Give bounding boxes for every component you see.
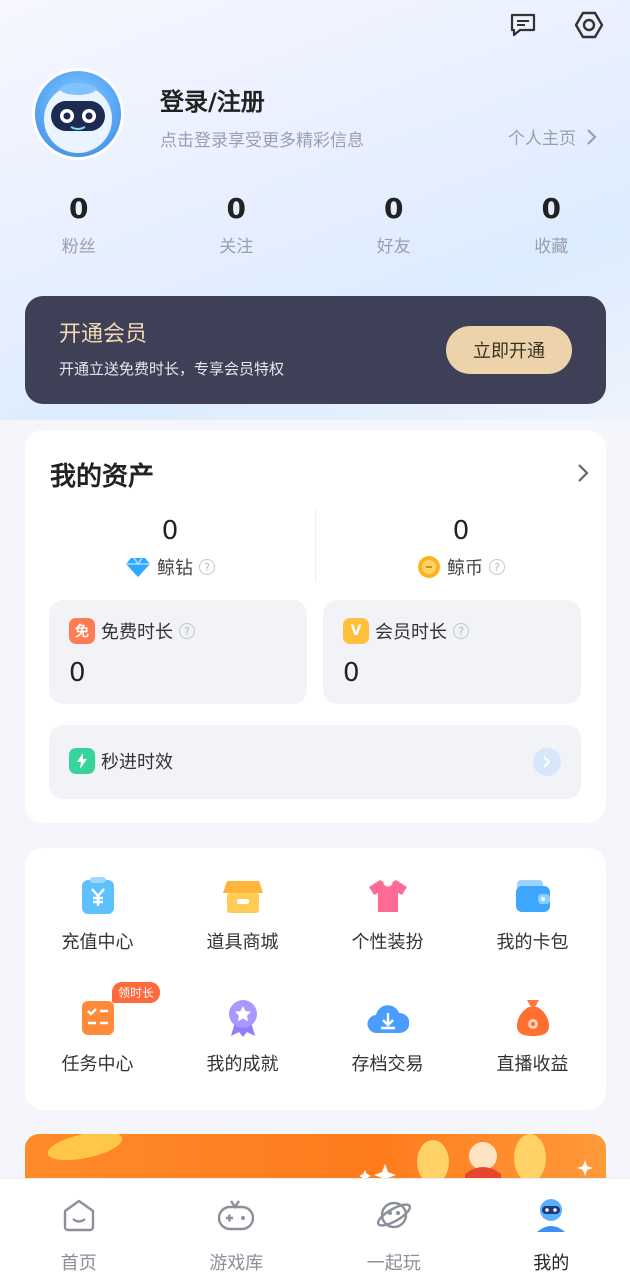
stat-label: 好友 [376, 237, 411, 257]
free-badge-icon: 免 [69, 618, 95, 644]
tab-label: 游戏库 [209, 1253, 264, 1274]
free-duration-value: 0 [69, 658, 86, 688]
free-duration-card[interactable]: 免 免费时长 ? 0 [49, 600, 307, 704]
tab-game-library[interactable]: 游戏库 [158, 1179, 316, 1280]
recharge-icon [76, 874, 120, 918]
stat-favorites[interactable]: 0 收藏 [473, 192, 630, 257]
menu-item-wallet[interactable]: 我的卡包 [460, 874, 605, 954]
currency-value: 0 [452, 516, 470, 546]
currency-diamond[interactable]: 0 鲸钻 ? [25, 516, 315, 580]
tab-home[interactable]: 首页 [0, 1179, 158, 1280]
vip-duration-label: 会员时长 [375, 622, 447, 643]
stat-label: 粉丝 [61, 237, 96, 257]
help-icon[interactable]: ? [179, 623, 195, 639]
menu-item-label: 直播收益 [496, 1054, 569, 1075]
menu-item-label: 我的成就 [206, 1054, 279, 1075]
personal-homepage-link[interactable]: 个人主页 [508, 124, 598, 149]
cloud-download-icon [366, 996, 410, 1040]
vip-subtitle: 开通立送免费时长，专享会员特权 [59, 360, 285, 378]
planet-icon [374, 1195, 414, 1235]
top-actions [506, 8, 606, 42]
help-icon[interactable]: ? [453, 623, 469, 639]
tab-mine[interactable]: 我的 [473, 1179, 630, 1280]
menu-item-label: 我的卡包 [496, 932, 569, 953]
vip-badge-icon: V [343, 618, 369, 644]
menu-item-achievement[interactable]: 我的成就 [170, 996, 315, 1076]
open-vip-button[interactable]: 立即开通 [446, 326, 572, 374]
menu-item-label: 道具商城 [206, 932, 279, 953]
menu-item-label: 充值中心 [61, 932, 134, 953]
free-duration-header: 免 免费时长 ? [69, 618, 195, 644]
user-icon [531, 1195, 571, 1235]
login-title[interactable]: 登录/注册 [160, 82, 265, 117]
services-grid: 充值中心 道具商城 个性装扮 我的卡包 领时长 任务中心 我的成就 存档交易 直… [25, 848, 606, 1110]
menu-item-label: 个性装扮 [351, 932, 424, 953]
reward-tag: 领时长 [112, 982, 161, 1003]
chevron-right-icon[interactable] [533, 748, 561, 776]
gamepad-icon [216, 1195, 256, 1235]
avatar[interactable] [32, 68, 124, 160]
shop-icon [221, 874, 265, 918]
medal-icon [221, 996, 265, 1040]
currency-label-row: 鲸币 ? [316, 554, 606, 580]
home-icon [59, 1195, 99, 1235]
vip-duration-card[interactable]: V 会员时长 ? 0 [323, 600, 581, 704]
wallet-icon [511, 874, 555, 918]
fast-entry-row[interactable]: 秒进时效 [49, 725, 581, 799]
assets-title: 我的资产 [50, 462, 155, 492]
bottom-tab-bar: 首页 游戏库 一起玩 我的 [0, 1178, 630, 1280]
vip-duration-value: 0 [343, 658, 360, 688]
stat-fans[interactable]: 0 粉丝 [0, 192, 158, 257]
stat-value: 0 [69, 192, 89, 225]
outfit-icon [366, 874, 410, 918]
menu-item-label: 存档交易 [351, 1054, 424, 1075]
settings-icon[interactable] [572, 8, 606, 42]
help-icon[interactable]: ? [199, 559, 215, 575]
login-subtitle: 点击登录享受更多精彩信息 [160, 131, 364, 151]
stat-friends[interactable]: 0 好友 [315, 192, 473, 257]
tab-play-together[interactable]: 一起玩 [315, 1179, 473, 1280]
vip-title: 开通会员 [59, 322, 148, 347]
fast-entry-header: 秒进时效 [69, 748, 173, 774]
menu-item-label: 任务中心 [61, 1054, 134, 1075]
chevron-right-icon[interactable] [576, 462, 590, 488]
profile-header[interactable]: 登录/注册 点击登录享受更多精彩信息 个人主页 [32, 68, 606, 160]
stat-following[interactable]: 0 关注 [158, 192, 316, 257]
stat-value: 0 [384, 192, 404, 225]
message-icon[interactable] [506, 8, 540, 42]
currency-label: 鲸钻 [157, 558, 193, 579]
currency-value: 0 [161, 516, 179, 546]
currency-label-row: 鲸钻 ? [25, 554, 315, 580]
diamond-icon [126, 557, 150, 577]
free-duration-label: 免费时长 [101, 622, 173, 643]
vip-duration-header: V 会员时长 ? [343, 618, 469, 644]
tab-label: 一起玩 [366, 1253, 421, 1274]
menu-item-shop[interactable]: 道具商城 [170, 874, 315, 954]
personal-homepage-label: 个人主页 [508, 129, 576, 149]
menu-item-task[interactable]: 领时长 任务中心 [25, 982, 170, 1076]
tab-label: 我的 [533, 1253, 570, 1274]
stats-row: 0 粉丝 0 关注 0 好友 0 收藏 [0, 192, 630, 257]
fast-entry-label: 秒进时效 [101, 752, 173, 773]
menu-item-save-trade[interactable]: 存档交易 [315, 996, 460, 1076]
menu-item-live-income[interactable]: 直播收益 [460, 996, 605, 1076]
assets-card: 我的资产 0 鲸钻 ? 0 鲸币 ? 免 免费时长 ? 0 V 会员时长 ? 0… [25, 430, 606, 823]
currency-coin[interactable]: 0 鲸币 ? [316, 516, 606, 580]
stat-label: 收藏 [534, 237, 569, 257]
chevron-right-icon [587, 128, 597, 145]
money-bag-icon [511, 996, 555, 1040]
lightning-icon [69, 748, 95, 774]
help-icon[interactable]: ? [489, 559, 505, 575]
vip-card[interactable]: 开通会员 开通立送免费时长，专享会员特权 立即开通 [25, 296, 606, 404]
menu-item-recharge[interactable]: 充值中心 [25, 874, 170, 954]
stat-label: 关注 [219, 237, 254, 257]
menu-item-outfit[interactable]: 个性装扮 [315, 874, 460, 954]
currency-label: 鲸币 [447, 558, 483, 579]
stat-value: 0 [226, 192, 246, 225]
coin-icon [418, 556, 440, 578]
stat-value: 0 [541, 192, 561, 225]
tab-label: 首页 [60, 1253, 97, 1274]
